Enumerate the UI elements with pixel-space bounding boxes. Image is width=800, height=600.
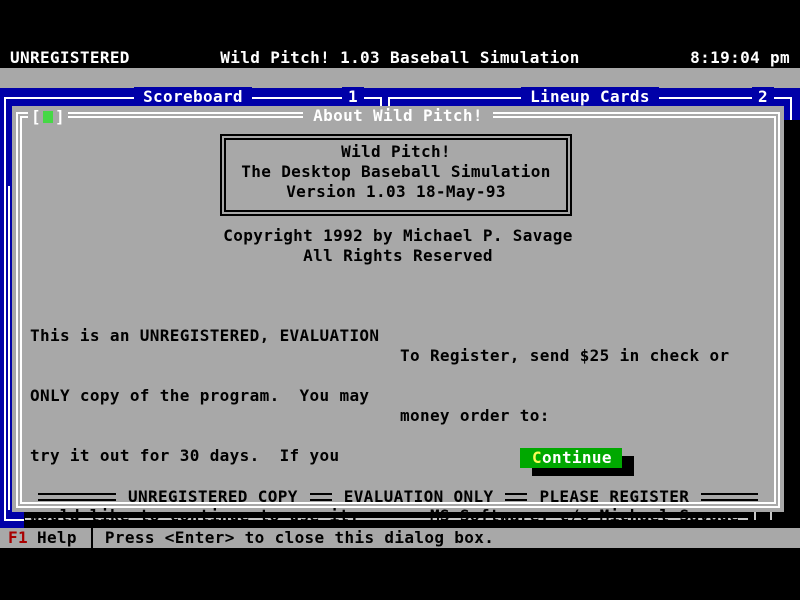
- separator-line: [505, 493, 527, 501]
- app-title: Wild Pitch! 1.03 Baseball Simulation: [0, 48, 800, 68]
- f1-key[interactable]: F1: [8, 528, 28, 548]
- separator-line: [38, 493, 116, 501]
- desktop: Scoreboard 1 Lineup Cards 2 About Wild P…: [0, 88, 800, 548]
- window-number: 1: [342, 87, 364, 107]
- separator-line: [701, 493, 758, 501]
- separator-line: [310, 493, 332, 501]
- copyright-line: Copyright 1992 by Michael P. Savage: [12, 226, 784, 246]
- close-button[interactable]: []: [28, 107, 68, 127]
- evaluation-text: This is an UNREGISTERED, EVALUATION ONLY…: [30, 286, 379, 600]
- menu-bar: Game Visitors Home Stats Options Window …: [0, 68, 800, 88]
- title-bar: UNREGISTERED Wild Pitch! 1.03 Baseball S…: [0, 48, 800, 68]
- close-icon: [43, 111, 53, 123]
- about-dialog: About Wild Pitch! [] Wild Pitch! The Des…: [12, 106, 784, 512]
- continue-button[interactable]: Continue: [520, 448, 622, 468]
- program-version: Version 1.03 18-May-93: [226, 182, 566, 202]
- registration-banner: UNREGISTERED COPY EVALUATION ONLY PLEASE…: [38, 486, 758, 508]
- banner-text: UNREGISTERED COPY: [128, 487, 298, 507]
- dialog-shadow-right: [784, 120, 800, 528]
- version-box: Wild Pitch! The Desktop Baseball Simulat…: [220, 134, 572, 216]
- screen: UNREGISTERED Wild Pitch! 1.03 Baseball S…: [0, 0, 800, 600]
- status-message: Press <Enter> to close this dialog box.: [105, 528, 494, 548]
- f1-key-label: Help: [37, 528, 77, 548]
- helpbar-divider: [91, 528, 93, 548]
- window-title: Lineup Cards: [390, 87, 790, 107]
- window-border-fragment: [8, 186, 10, 510]
- window-number: 2: [752, 87, 774, 107]
- rights-line: All Rights Reserved: [12, 246, 784, 266]
- program-name: Wild Pitch!: [226, 142, 566, 162]
- dialog-title: About Wild Pitch!: [12, 106, 784, 126]
- banner-text: PLEASE REGISTER: [539, 487, 689, 507]
- help-bar: F1 Help Press <Enter> to close this dial…: [0, 528, 800, 548]
- clock: 8:19:04 pm: [690, 48, 790, 68]
- banner-text: EVALUATION ONLY: [344, 487, 494, 507]
- window-title: Scoreboard: [6, 87, 380, 107]
- program-subtitle: The Desktop Baseball Simulation: [226, 162, 566, 182]
